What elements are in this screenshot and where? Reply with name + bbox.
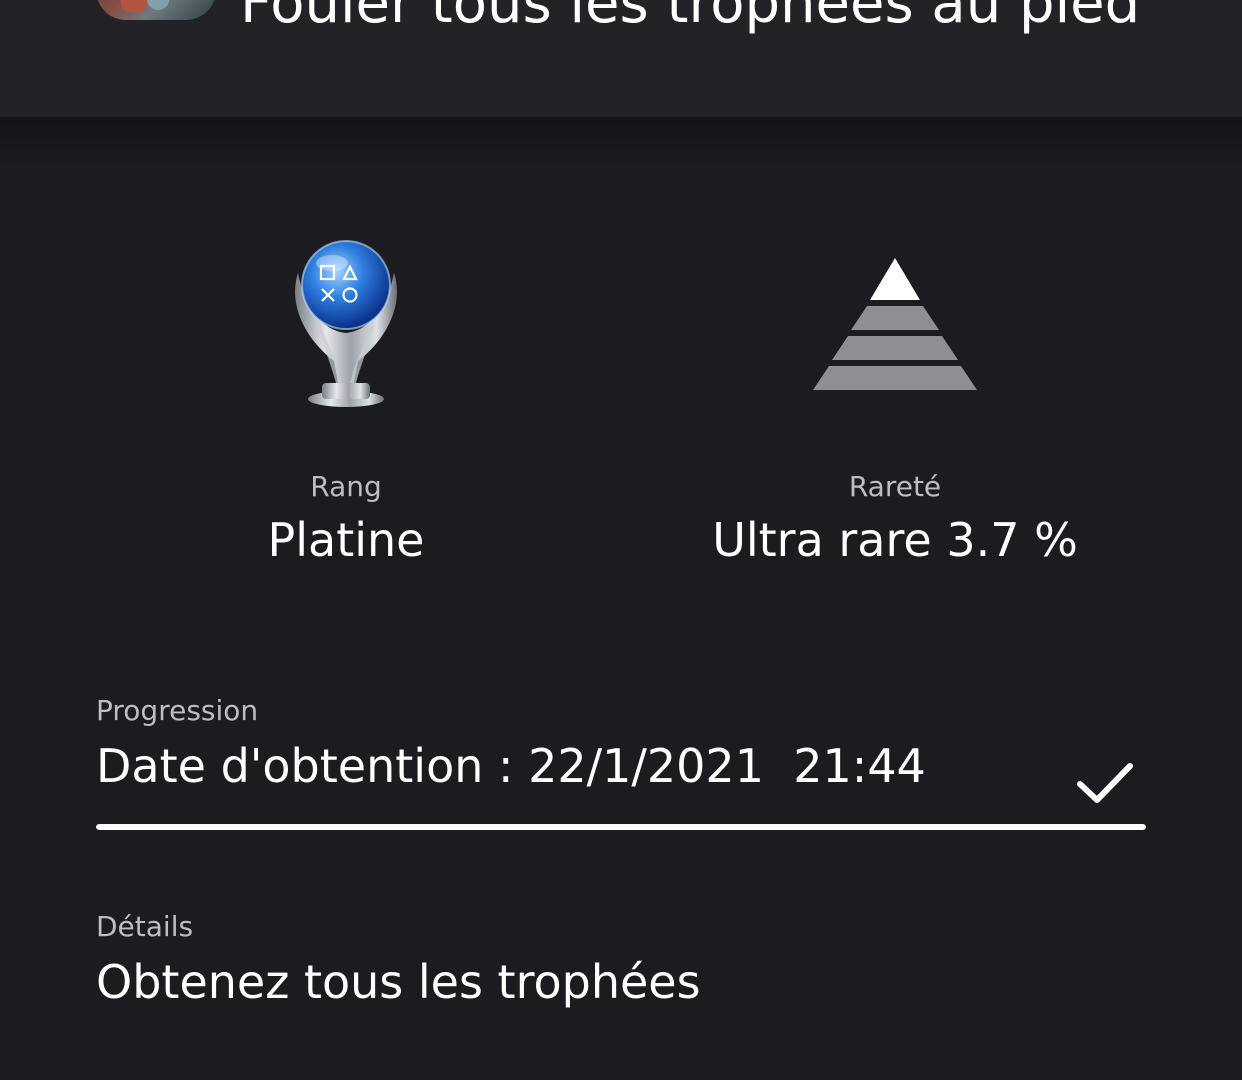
trophy-title: Fouler tous les trophées au pied [240,0,1141,36]
progress-section: Progression Date d'obtention : 22/1/2021… [96,694,1146,830]
details-value: Obtenez tous les trophées [96,955,701,1009]
details-label: Détails [96,910,194,943]
header-bar: Fouler tous les trophées au pied [0,0,1242,117]
rank-panel: Rang Platine [66,225,626,568]
checkmark-icon [1076,762,1134,806]
earned-date: Date d'obtention : 22/1/2021 21:44 [96,739,926,793]
rarity-panel: Rareté Ultra rare 3.7 % [615,225,1175,568]
game-thumbnail [96,0,216,20]
platinum-trophy-icon [66,225,626,420]
rarity-label: Rareté [848,470,942,503]
progress-label: Progression [96,694,259,727]
rarity-pyramid-icon [615,225,1175,420]
details-section: Détails Obtenez tous les trophées [96,910,1146,1010]
rank-value: Platine [267,513,425,567]
rank-label: Rang [310,470,382,503]
progress-bar [96,824,1146,830]
header-shadow [0,117,1242,167]
rarity-value: Ultra rare 3.7 % [712,513,1078,567]
progress-fill [96,824,1146,830]
